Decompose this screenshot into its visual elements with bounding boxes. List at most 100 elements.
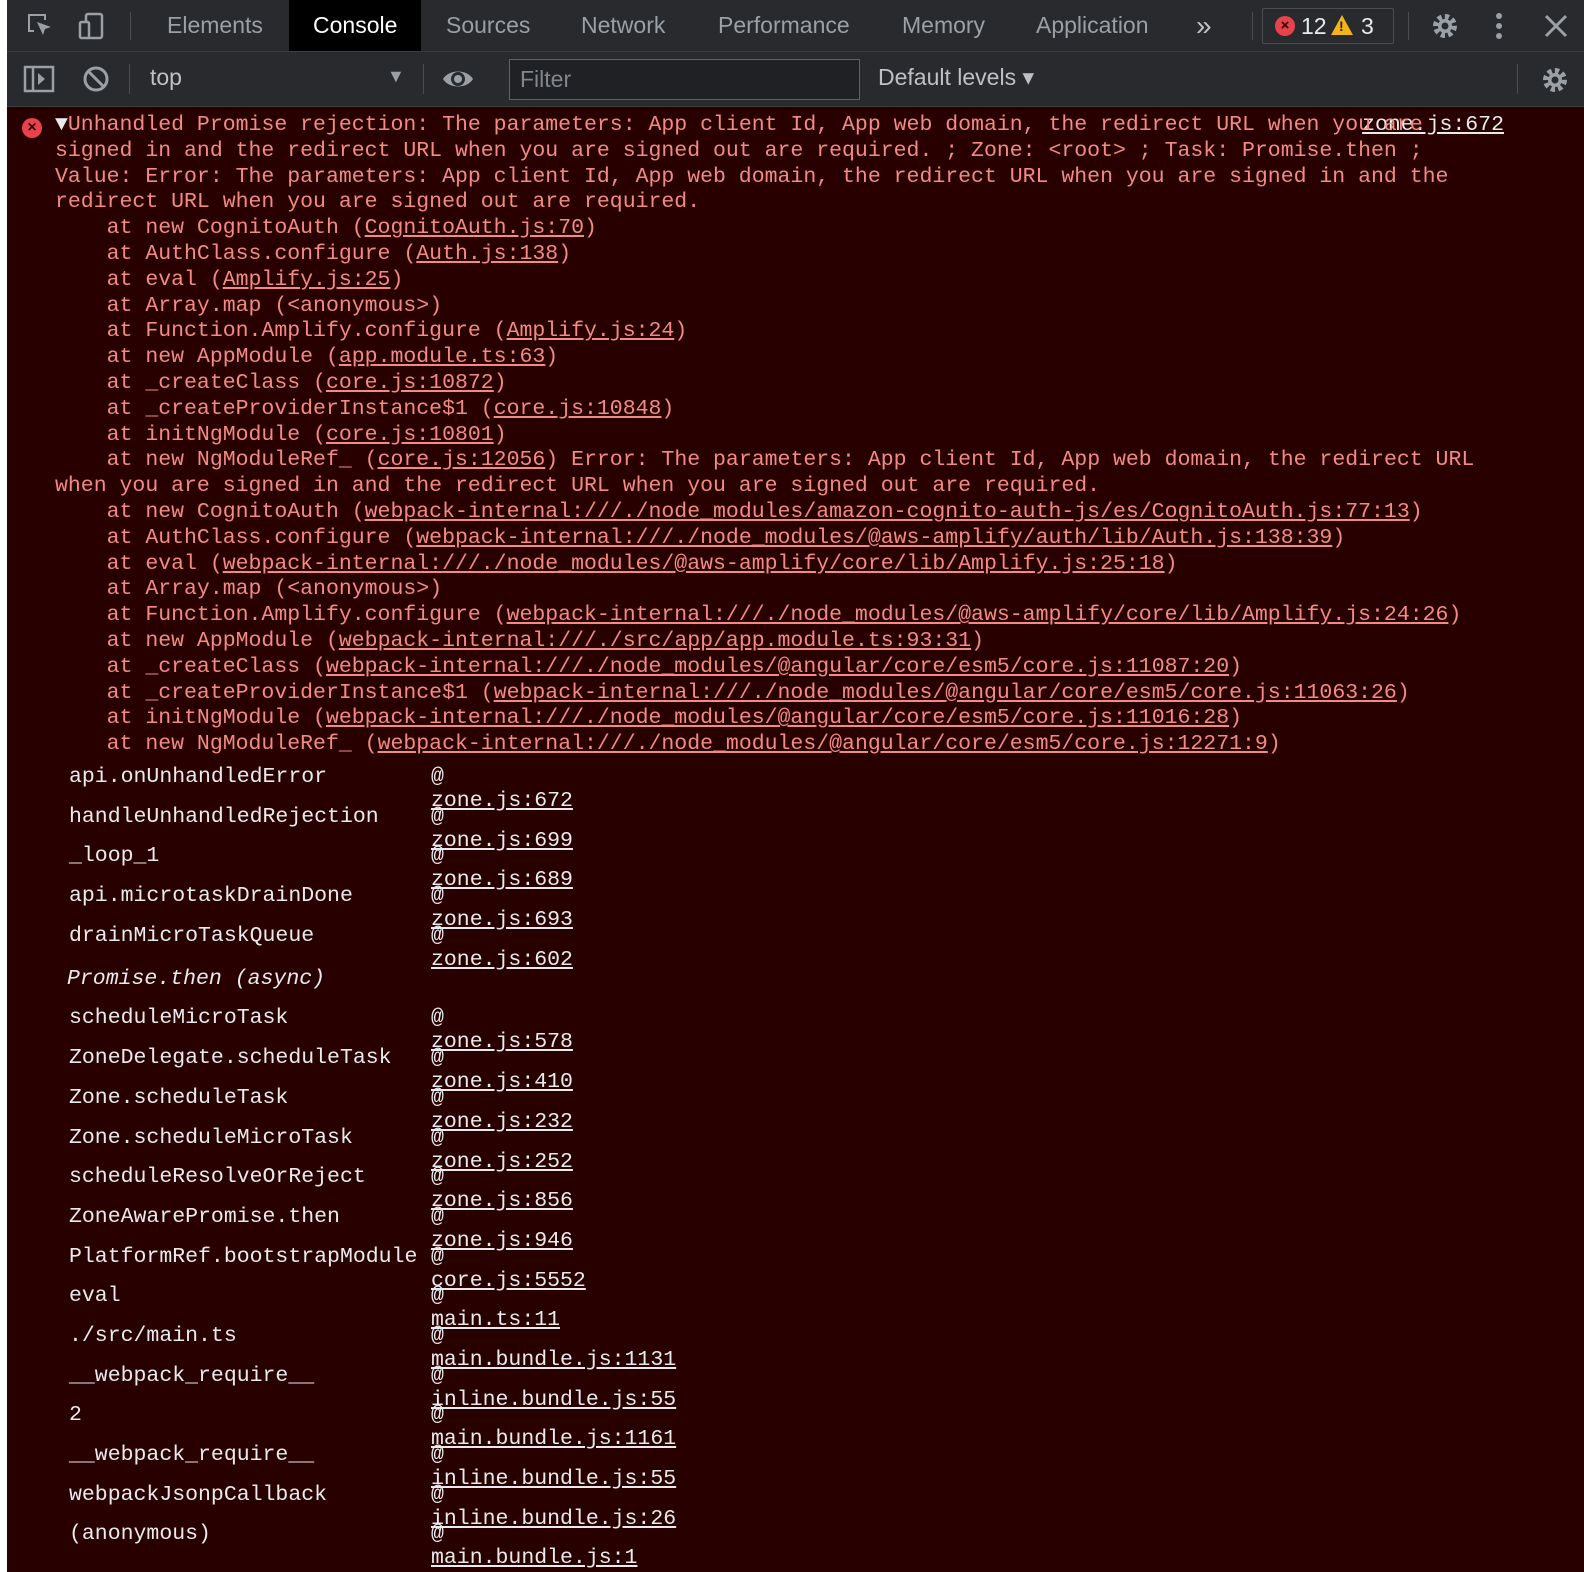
stack-frame: api.microtaskDrainDone @ zone.js:693 (69, 884, 573, 932)
filter-input[interactable] (509, 59, 860, 100)
frame-source-link[interactable]: zone.js:602 (431, 948, 573, 972)
tab-application[interactable]: Application (1036, 0, 1149, 51)
frame-function: (anonymous) (69, 1522, 211, 1547)
frame-function: 2 (69, 1403, 82, 1428)
stack-frame: ./src/main.ts @ main.bundle.js:1131 (69, 1323, 676, 1372)
frame-function: drainMicroTaskQueue (69, 923, 315, 948)
more-options-icon[interactable] (1493, 10, 1505, 47)
trace-line: at Function.Amplify.configure (Amplify.j… (106, 319, 688, 344)
source-link[interactable]: webpack-internal:///./node_modules/@aws-… (223, 552, 1165, 576)
tab-performance[interactable]: Performance (718, 0, 850, 51)
source-link[interactable]: core.js:10872 (326, 371, 494, 395)
tab-memory[interactable]: Memory (902, 0, 985, 51)
frame-function: Zone.scheduleTask (69, 1085, 289, 1110)
trace-line: at _createProviderInstance$1 (webpack-in… (106, 680, 1410, 705)
chevron-down-icon[interactable]: ▼ (387, 66, 405, 87)
frame-function: scheduleMicroTask (69, 1006, 289, 1031)
stack-frame: api.onUnhandledError @ zone.js:672 (69, 765, 573, 813)
trace-line: at Array.map (<anonymous>) (106, 577, 443, 602)
source-link[interactable]: app.module.ts:63 (339, 345, 545, 369)
source-link[interactable]: webpack-internal:///./node_modules/@angu… (494, 681, 1397, 705)
stack-frame: ZoneAwarePromise.then @ zone.js:946 (69, 1205, 573, 1253)
source-link[interactable]: CognitoAuth.js:70 (365, 216, 584, 240)
devtools-tabbar: Elements Console Sources Network Perform… (7, 0, 1584, 52)
source-link[interactable]: core.js:12056 (378, 448, 546, 472)
stack-frame: scheduleMicroTask @ zone.js:578 (69, 1006, 573, 1054)
stack-frame: Zone.scheduleMicroTask @ zone.js:252 (69, 1126, 573, 1174)
trace-line: at new NgModuleRef_ (webpack-internal://… (106, 732, 1281, 757)
trace-line: at _createProviderInstance$1 (core.js:10… (106, 396, 675, 421)
trace-line: at _createClass (core.js:10872) (106, 370, 507, 395)
warning-count-icon: ! (1331, 15, 1353, 35)
sidebar-toggle-icon[interactable] (23, 64, 55, 99)
context-selector[interactable]: top (150, 64, 182, 91)
source-link[interactable]: core.js:10801 (326, 423, 494, 447)
source-link[interactable]: webpack-internal:///./node_modules/@angu… (326, 655, 1229, 679)
stack-frame: drainMicroTaskQueue @ zone.js:602 (69, 923, 573, 972)
source-link[interactable]: webpack-internal:///./node_modules/@angu… (378, 732, 1268, 756)
trace-line: at new CognitoAuth (CognitoAuth.js:70) (106, 216, 597, 241)
stack-frame: __webpack_require__ @ inline.bundle.js:55 (69, 1443, 676, 1491)
source-link[interactable]: Amplify.js:24 (507, 319, 675, 343)
stack-frame: scheduleResolveOrReject @ zone.js:856 (69, 1165, 573, 1213)
source-text: <anonymous> (287, 293, 430, 318)
error-count: 12 (1301, 13, 1327, 39)
source-link[interactable]: webpack-internal:///./src/app/app.module… (339, 629, 971, 653)
source-link[interactable]: webpack-internal:///./node_modules/@aws-… (416, 526, 1332, 550)
trace-line: at AuthClass.configure (Auth.js:138) (106, 241, 572, 266)
stack-group: scheduleMicroTask @ zone.js:578 ZoneDelega… (69, 1006, 676, 1570)
tab-network[interactable]: Network (581, 0, 665, 51)
trace-line: at AuthClass.configure (webpack-internal… (106, 525, 1346, 550)
source-link[interactable]: Auth.js:138 (416, 242, 558, 266)
more-tabs-button[interactable]: » (1196, 0, 1212, 51)
trace-line: at initNgModule (core.js:10801) (106, 422, 507, 447)
tab-sources[interactable]: Sources (446, 0, 530, 51)
source-link[interactable]: core.js:10848 (494, 397, 662, 421)
live-expression-eye-icon[interactable] (441, 65, 475, 98)
issues-counter[interactable]: × 12 ! 3 (1262, 8, 1394, 44)
frame-source-link[interactable]: main.bundle.js:1 (431, 1546, 637, 1570)
divider (1252, 12, 1253, 40)
close-icon[interactable] (1542, 12, 1570, 45)
frame-function: _loop_1 (69, 844, 160, 869)
stack-frame: eval @ main.ts:11 (69, 1284, 560, 1332)
frame-function: ZoneDelegate.scheduleTask (69, 1046, 392, 1071)
trace-line: at new NgModuleRef_ (core.js:12056) (106, 448, 559, 473)
frame-function: api.onUnhandledError (69, 765, 328, 789)
frame-function: ./src/main.ts (69, 1323, 237, 1348)
console-settings-gear-icon[interactable] (1539, 64, 1571, 101)
tab-console[interactable]: Console (289, 0, 422, 51)
error-icon: × (22, 118, 42, 138)
source-link[interactable]: webpack-internal:///./node_modules/amazo… (365, 500, 1410, 524)
divider (129, 64, 130, 94)
page-edge (0, 0, 7, 1572)
trace-line: at Function.Amplify.configure (webpack-i… (106, 603, 1462, 628)
settings-gear-icon[interactable] (1429, 10, 1461, 47)
inspect-element-icon[interactable] (25, 11, 55, 46)
frame-function: handleUnhandledRejection (69, 804, 379, 829)
source-text: <anonymous> (287, 577, 430, 602)
error-summary: Unhandled Promise rejection: The paramet… (55, 113, 1462, 215)
call-stack: api.onUnhandledError @ zone.js:672 handleU… (67, 765, 676, 1570)
stack-frame: _loop_1 @ zone.js:689 (69, 844, 573, 892)
expand-triangle-icon[interactable]: ▼ (55, 113, 68, 137)
frame-function: scheduleResolveOrReject (69, 1165, 366, 1190)
scrollbar[interactable] (1570, 107, 1584, 1572)
divider (1517, 64, 1518, 94)
trace-line: at new AppModule (app.module.ts:63) (106, 345, 559, 370)
error-count-icon: × (1275, 16, 1295, 36)
source-link[interactable]: webpack-internal:///./node_modules/@aws-… (507, 603, 1449, 627)
frame-function: __webpack_require__ (69, 1363, 315, 1388)
console-error-message: × zone.js:672 ▼Unhandled Promise rejecti… (7, 107, 1584, 1572)
stack-frame: PlatformRef.bootstrapModule @ core.js:555… (69, 1245, 586, 1293)
log-levels-dropdown[interactable]: Default levels ▾ (878, 64, 1034, 91)
clear-console-icon[interactable] (81, 64, 111, 99)
frame-function: __webpack_require__ (69, 1443, 315, 1467)
device-toolbar-icon[interactable] (77, 11, 107, 46)
tab-elements[interactable]: Elements (167, 0, 263, 51)
error-text: ▼Unhandled Promise rejection: The parame… (55, 113, 1505, 758)
divider (1408, 12, 1409, 40)
source-link[interactable]: webpack-internal:///./node_modules/@angu… (326, 706, 1229, 730)
source-link[interactable]: Amplify.js:25 (223, 268, 391, 292)
stack-trace-1: at new CognitoAuth (CognitoAuth.js:70) a… (55, 216, 688, 473)
